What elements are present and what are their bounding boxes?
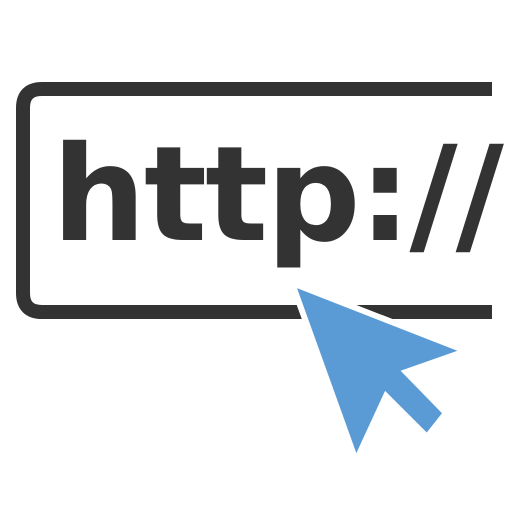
http-url-illustration: http:// xyxy=(0,0,512,512)
mouse-pointer-icon xyxy=(286,277,475,469)
